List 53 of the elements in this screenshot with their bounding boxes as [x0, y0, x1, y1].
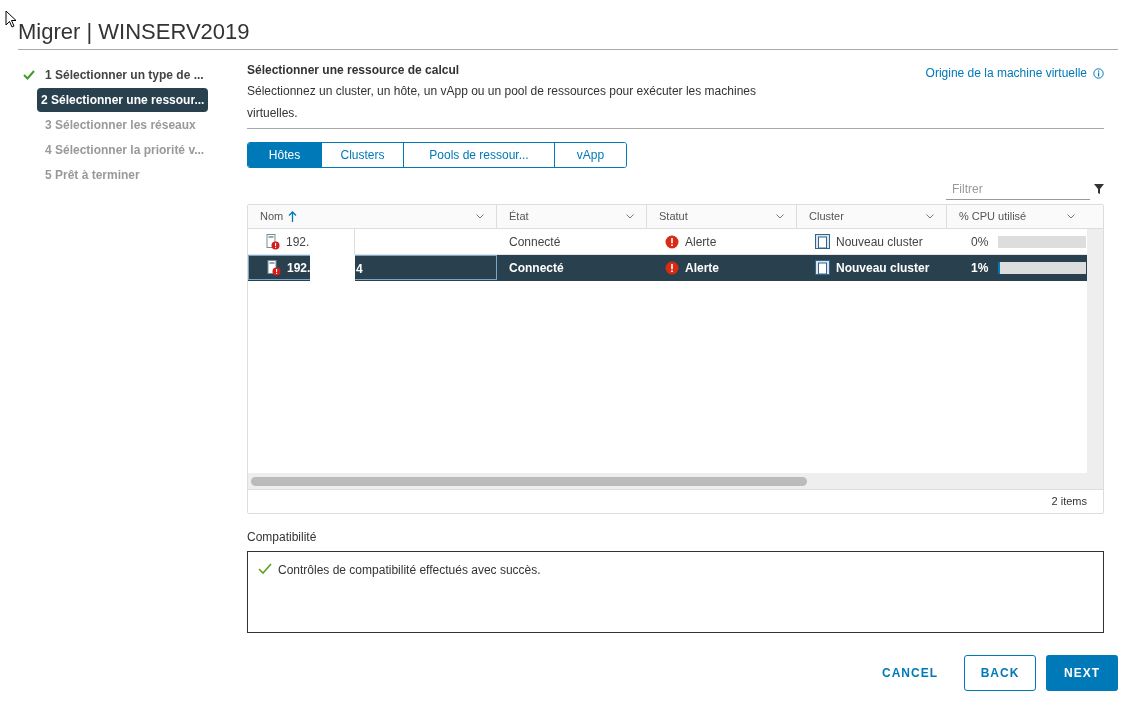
tab[interactable]: vApp	[554, 143, 626, 167]
host-name: 192.	[287, 259, 311, 277]
cluster-cell-text: Nouveau cluster	[836, 233, 923, 251]
state-cell-text: Connecté	[509, 259, 564, 277]
host-alert-icon	[266, 233, 280, 250]
alert-icon	[665, 234, 679, 249]
next-button[interactable]: NEXT	[1046, 655, 1118, 691]
cpu-usage: 1%	[971, 259, 989, 277]
state-cell-text: Connecté	[509, 233, 561, 251]
tab[interactable]: Hôtes	[248, 143, 321, 167]
table-row[interactable]: 192. Connecté Alerte Nouveau cluster 0%	[248, 229, 1087, 255]
cpu-usage: 0%	[971, 233, 989, 251]
chevron-down-icon[interactable]	[476, 214, 484, 219]
filter-icon[interactable]	[1094, 184, 1104, 194]
table-row[interactable]: 192. 4 Connecté Alerte Nouveau cluster 1%	[248, 255, 1087, 281]
cursor-icon	[5, 10, 17, 28]
column-header[interactable]: Statut	[659, 208, 688, 225]
wizard-step[interactable]: 5 Prêt à terminer	[41, 163, 144, 187]
chevron-down-icon[interactable]	[1067, 214, 1075, 219]
section-description: Sélectionnez un cluster, un hôte, un vApp ou un pool de ressources pour exécuter les machines virtuelles.	[247, 83, 757, 122]
filter-field[interactable]: Filtrer	[946, 178, 1090, 200]
chevron-down-icon[interactable]	[926, 214, 934, 219]
horizontal-scrollbar[interactable]	[251, 476, 807, 486]
wizard-step[interactable]: 1 Sélectionner un type de ...	[41, 63, 208, 87]
host-name: 192.	[286, 233, 310, 251]
window-title: Migrer | WINSERV2019	[18, 18, 251, 46]
alert-icon	[665, 260, 679, 275]
cluster-icon	[815, 260, 830, 275]
info-icon[interactable]	[1093, 67, 1104, 79]
column-header[interactable]: Nom	[260, 208, 284, 225]
column-header[interactable]: % CPU utilisé	[959, 208, 1027, 225]
section-title: Sélectionner une ressource de calcul	[247, 62, 461, 79]
vertical-scrollbar[interactable]	[1087, 229, 1103, 473]
sort-ascending-icon[interactable]	[288, 211, 298, 222]
check-icon	[258, 563, 272, 575]
vm-origin-link[interactable]: Origine de la machine virtuelle	[925, 64, 1104, 82]
compatibility-message: Contrôles de compatibilité effectués avec succès.	[278, 562, 541, 579]
status-cell-text: Alerte	[685, 233, 717, 251]
host-alert-icon	[267, 259, 281, 276]
back-button[interactable]: BACK	[964, 655, 1036, 691]
chevron-down-icon[interactable]	[626, 214, 634, 219]
cluster-icon	[815, 234, 830, 249]
status-cell-text: Alerte	[685, 259, 719, 277]
item-count: 2 items	[1051, 494, 1087, 510]
host-name: 4	[356, 261, 363, 278]
column-header[interactable]: Cluster	[809, 208, 844, 225]
cluster-cell-text: Nouveau cluster	[836, 259, 930, 277]
column-header[interactable]: État	[509, 208, 529, 225]
wizard-step[interactable]: 4 Sélectionner la priorité v...	[41, 138, 209, 162]
wizard-step[interactable]: 2 Sélectionner une ressour...	[37, 88, 209, 112]
wizard-step[interactable]: 3 Sélectionner les réseaux	[41, 113, 200, 137]
chevron-down-icon[interactable]	[776, 214, 784, 219]
compatibility-label: Compatibilité	[247, 529, 318, 546]
